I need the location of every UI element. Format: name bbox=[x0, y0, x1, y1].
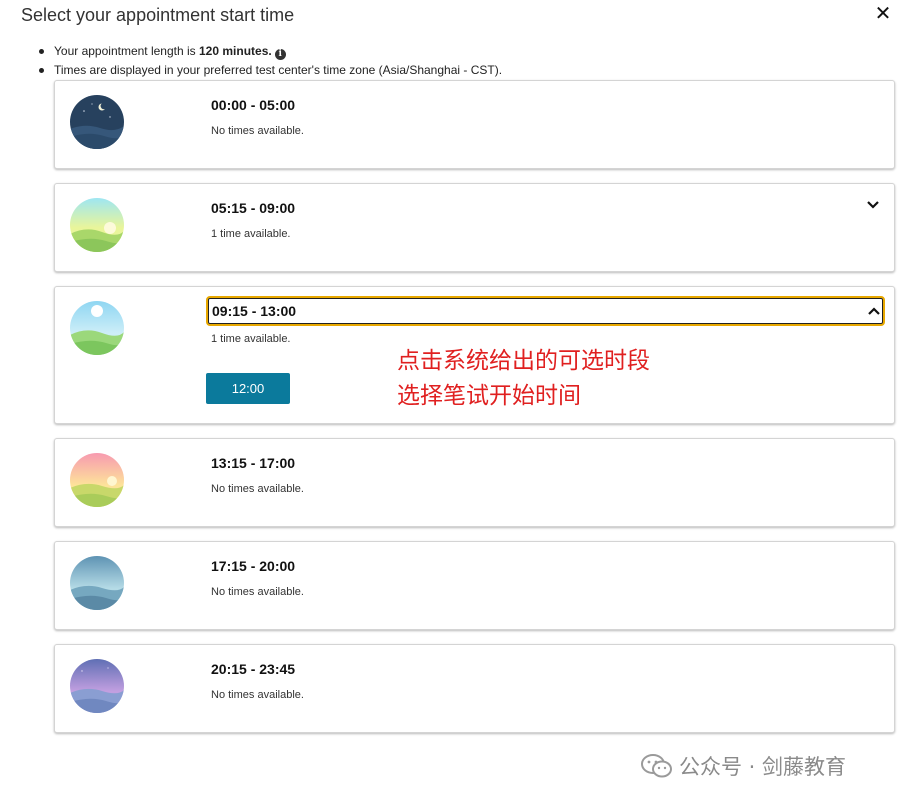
dialog-title: Select your appointment start time bbox=[21, 5, 295, 25]
chevron-down-icon[interactable] bbox=[866, 200, 880, 210]
morning-scene-icon bbox=[70, 301, 124, 355]
dawn-scene-icon bbox=[70, 198, 124, 252]
chevron-up-icon bbox=[867, 306, 881, 316]
info-icon[interactable]: i bbox=[274, 49, 286, 60]
annotation-line-2: 选择笔试开始时间 bbox=[397, 383, 581, 409]
slot-time-range: 05:15 - 09:00 bbox=[211, 200, 296, 216]
time-slot-card: 13:15 - 17:00 No times available. bbox=[54, 438, 895, 527]
afternoon-scene-icon bbox=[70, 453, 124, 507]
time-slot-card: 00:00 - 05:00 No times available. bbox=[54, 80, 895, 169]
annotation-line-1: 点击系统给出的可选时段 bbox=[397, 348, 650, 374]
appointment-length-note: Your appointment length is 120 minutes. i bbox=[38, 42, 502, 61]
time-slot-card: 17:15 - 20:00 No times available. bbox=[54, 541, 895, 630]
slot-availability: No times available. bbox=[211, 586, 304, 598]
slot-time-range: 13:15 - 17:00 bbox=[211, 455, 296, 471]
time-slot-card[interactable]: 05:15 - 09:00 1 time available. bbox=[54, 183, 895, 272]
slot-time-range: 09:15 - 13:00 bbox=[212, 303, 297, 319]
slot-time-range: 17:15 - 20:00 bbox=[211, 558, 296, 574]
slot-time-range: 00:00 - 05:00 bbox=[211, 97, 296, 113]
slot-availability: No times available. bbox=[211, 483, 304, 495]
time-slot-card: 20:15 - 23:45 No times available. bbox=[54, 644, 895, 733]
slot-availability: No times available. bbox=[211, 125, 304, 137]
close-icon: ✕ bbox=[874, 3, 892, 25]
slot-header-toggle[interactable]: 09:15 - 13:00 bbox=[206, 296, 885, 326]
watermark-text: 公众号 · 剑藤教育 bbox=[679, 755, 847, 779]
timezone-note: Times are displayed in your preferred te… bbox=[38, 61, 502, 80]
time-option-button[interactable]: 12:00 bbox=[206, 373, 290, 404]
slot-availability: 1 time available. bbox=[211, 228, 291, 240]
length-prefix: Your appointment length is bbox=[54, 44, 199, 58]
night-scene-icon bbox=[70, 95, 124, 149]
slot-time-range: 20:15 - 23:45 bbox=[211, 661, 296, 677]
wechat-icon bbox=[641, 754, 672, 778]
watermark: 公众号 · 剑藤教育 bbox=[641, 752, 846, 780]
slot-availability: 1 time available. bbox=[211, 333, 291, 345]
dusk-scene-icon bbox=[70, 659, 124, 713]
evening-scene-icon bbox=[70, 556, 124, 610]
info-list: Your appointment length is 120 minutes. i… bbox=[38, 42, 502, 80]
slot-availability: No times available. bbox=[211, 689, 304, 701]
close-button[interactable]: ✕ bbox=[873, 4, 893, 24]
length-value: 120 minutes. bbox=[199, 44, 272, 58]
